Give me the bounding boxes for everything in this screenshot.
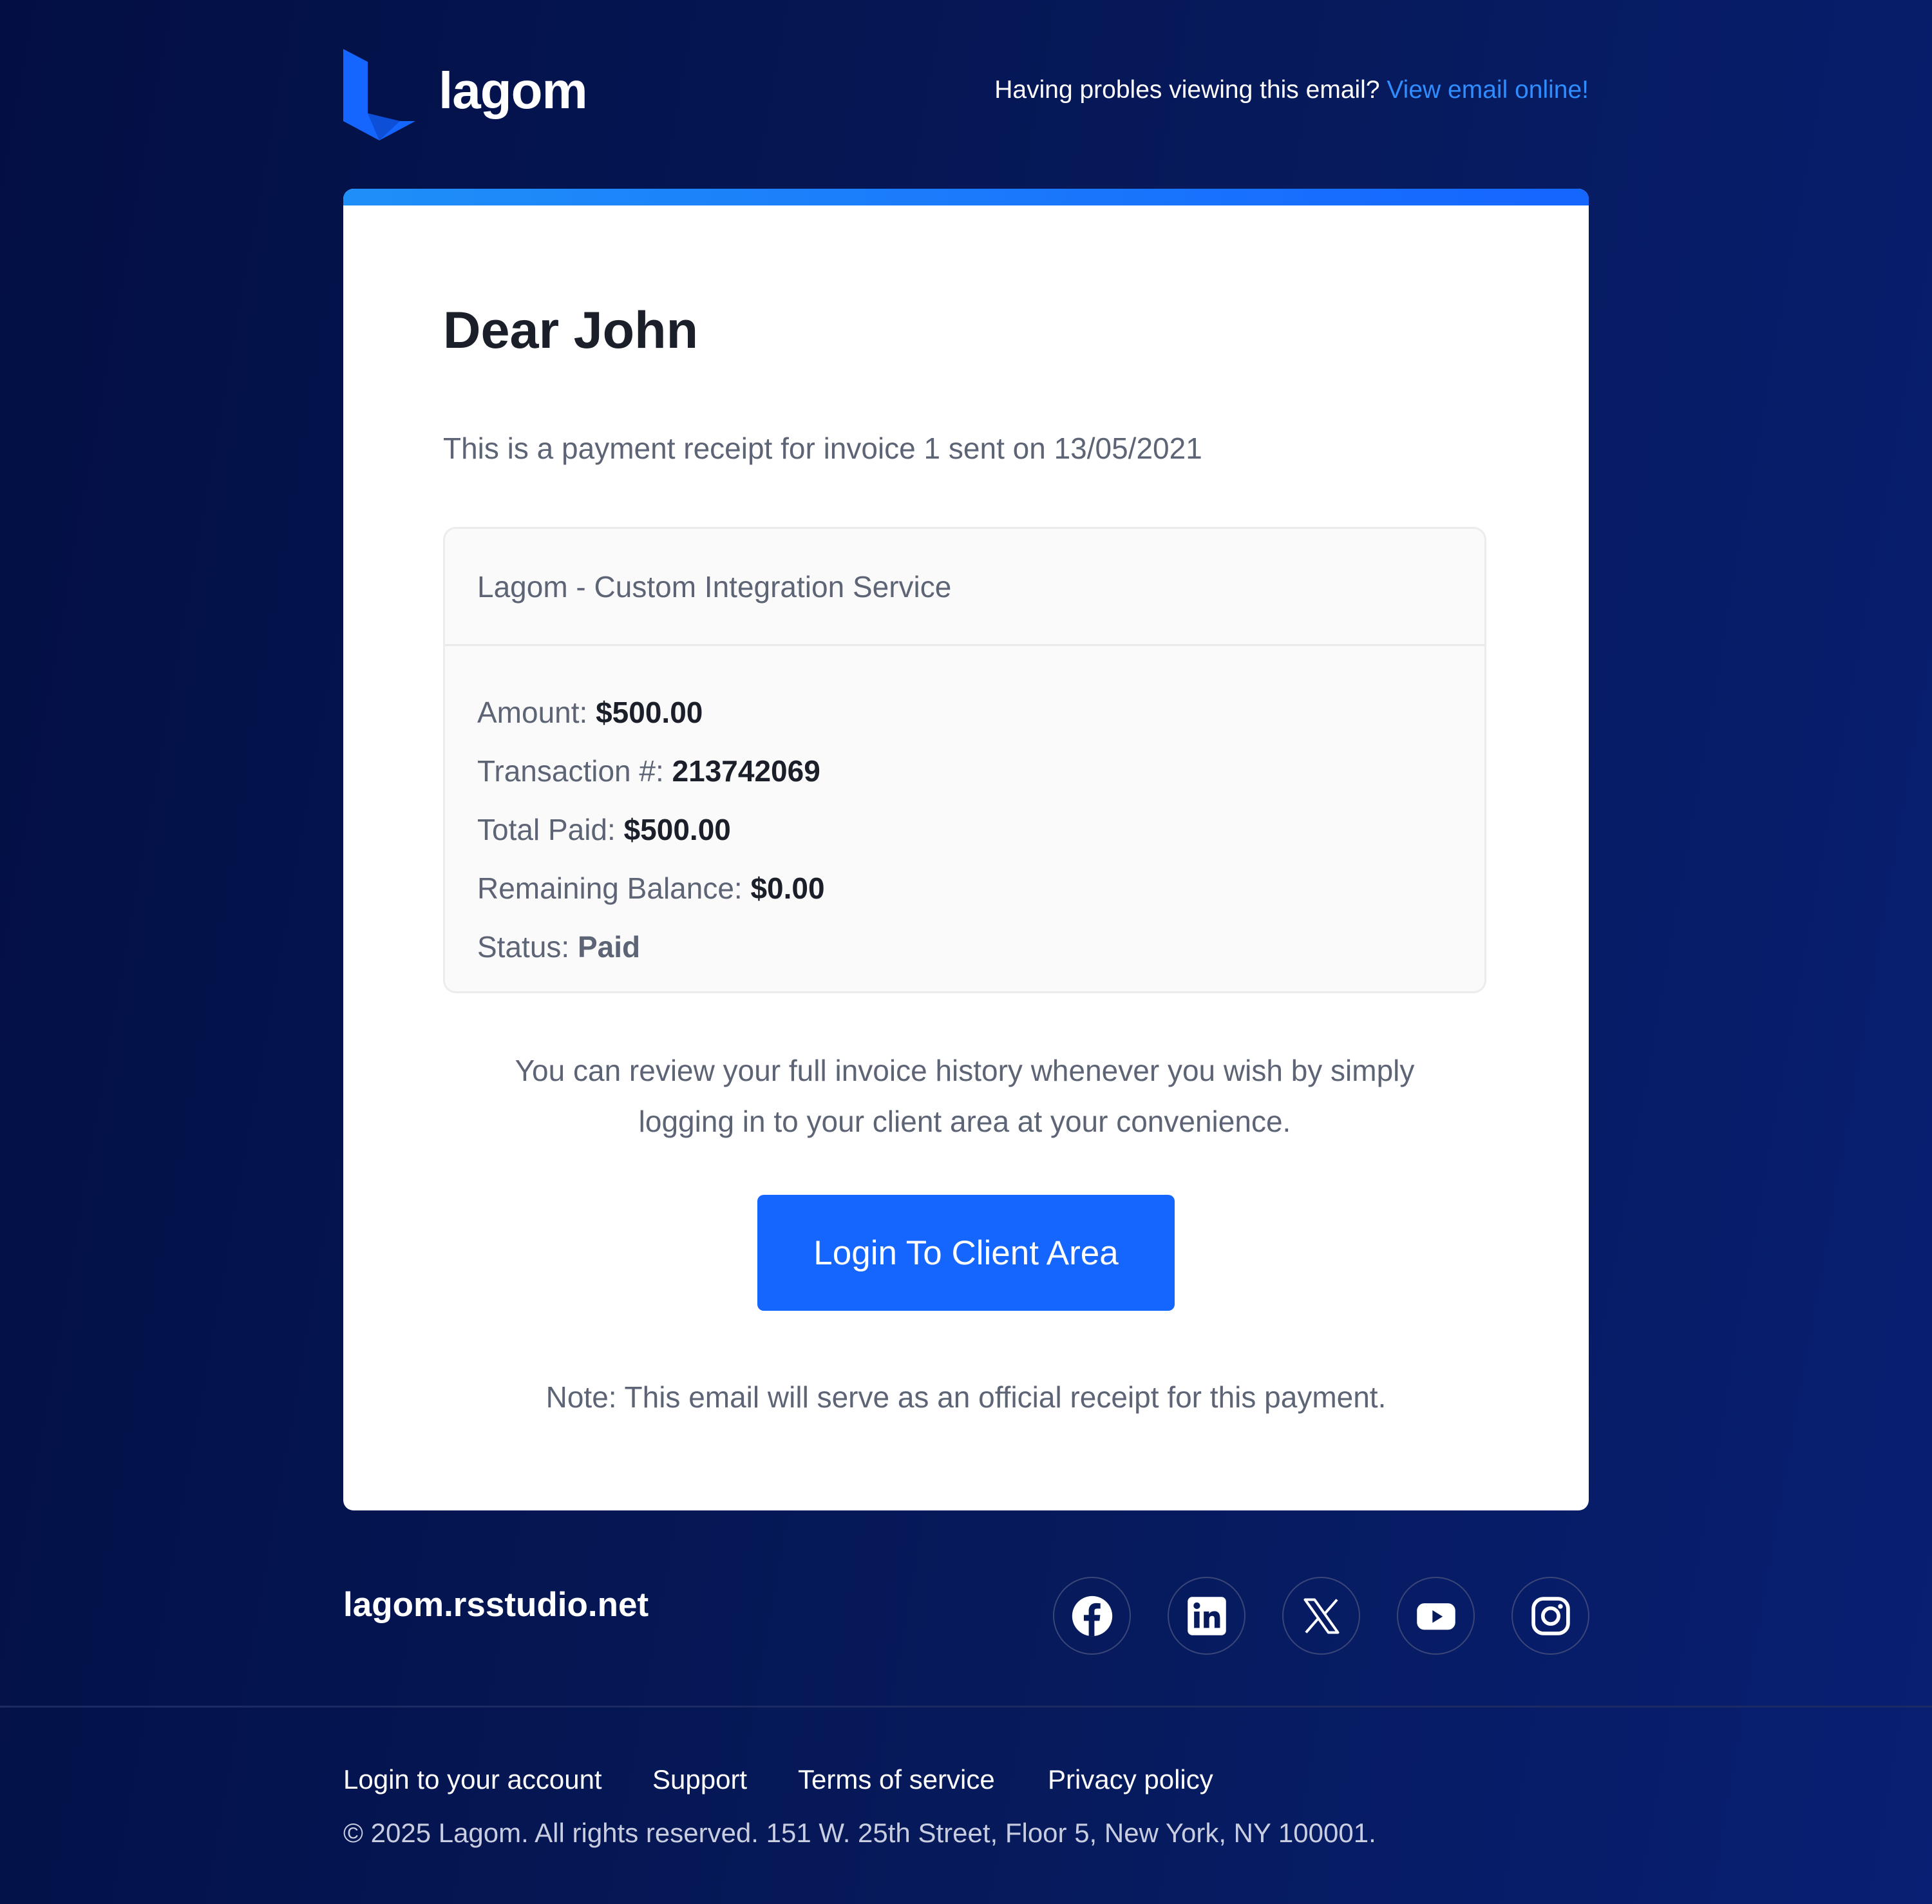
amount-value: $500.00 <box>596 696 703 729</box>
payment-details-box: Lagom - Custom Integration Service Amoun… <box>443 527 1486 993</box>
facebook-link[interactable] <box>1053 1577 1131 1655</box>
service-name: Lagom - Custom Integration Service <box>445 529 1484 646</box>
detail-row-transaction: Transaction #: 213742069 <box>477 742 1484 801</box>
footer-divider <box>0 1706 1932 1708</box>
view-online-notice: Having probles viewing this email? View … <box>994 77 1589 102</box>
total-paid-label: Total Paid: <box>477 813 616 846</box>
invoice-history-line-1: You can review your full invoice history… <box>515 1054 1415 1087</box>
website-link[interactable]: lagom.rsstudio.net <box>343 1588 649 1622</box>
invoice-history-line-2: logging in to your client area at your c… <box>638 1105 1291 1138</box>
receipt-card: Dear John This is a payment receipt for … <box>343 189 1589 1510</box>
total-paid-value: $500.00 <box>623 813 731 846</box>
card-accent-bar <box>343 189 1589 205</box>
x-link[interactable] <box>1282 1577 1360 1655</box>
remaining-balance-label: Remaining Balance: <box>477 871 743 905</box>
login-to-client-area-button[interactable]: Login To Client Area <box>757 1195 1175 1311</box>
greeting-heading: Dear John <box>443 301 699 359</box>
detail-row-total-paid: Total Paid: $500.00 <box>477 801 1484 859</box>
payment-details-list: Amount: $500.00 Transaction #: 213742069… <box>445 646 1484 976</box>
help-text: Having probles viewing this email? <box>994 76 1380 104</box>
facebook-icon <box>1072 1595 1112 1636</box>
support-link[interactable]: Support <box>652 1765 747 1795</box>
lagom-logo-icon <box>343 49 415 140</box>
receipt-note: Note: This email will serve as an offici… <box>545 1380 1387 1414</box>
amount-label: Amount: <box>477 696 588 729</box>
x-icon <box>1303 1598 1339 1633</box>
email-header: lagom Having probles viewing this email?… <box>343 49 1589 140</box>
invoice-history-text: You can review your full invoice history… <box>443 1045 1486 1147</box>
status-label: Status: <box>477 930 570 964</box>
linkedin-icon <box>1187 1596 1226 1635</box>
logo-text: lagom <box>439 62 588 119</box>
social-links <box>1053 1577 1589 1657</box>
youtube-icon <box>1416 1603 1455 1630</box>
lagom-logo[interactable]: lagom <box>343 49 588 140</box>
transaction-value: 213742069 <box>672 754 820 788</box>
instagram-link[interactable] <box>1511 1577 1589 1655</box>
remaining-balance-value: $0.00 <box>750 871 825 905</box>
receipt-intro: This is a payment receipt for invoice 1 … <box>443 432 1202 465</box>
copyright-text: © 2025 Lagom. All rights reserved. 151 W… <box>343 1818 1376 1848</box>
privacy-policy-link[interactable]: Privacy policy <box>1048 1765 1213 1795</box>
youtube-link[interactable] <box>1397 1577 1475 1655</box>
login-account-link[interactable]: Login to your account <box>343 1765 602 1795</box>
view-email-online-link[interactable]: View email online! <box>1387 76 1589 104</box>
detail-row-remaining-balance: Remaining Balance: $0.00 <box>477 859 1484 918</box>
status-value: Paid <box>577 930 641 964</box>
transaction-label: Transaction #: <box>477 754 664 788</box>
detail-row-status: Status: Paid <box>477 918 1484 976</box>
terms-of-service-link[interactable]: Terms of service <box>798 1765 995 1795</box>
detail-row-amount: Amount: $500.00 <box>477 683 1484 742</box>
linkedin-link[interactable] <box>1168 1577 1245 1655</box>
instagram-icon <box>1531 1596 1570 1635</box>
